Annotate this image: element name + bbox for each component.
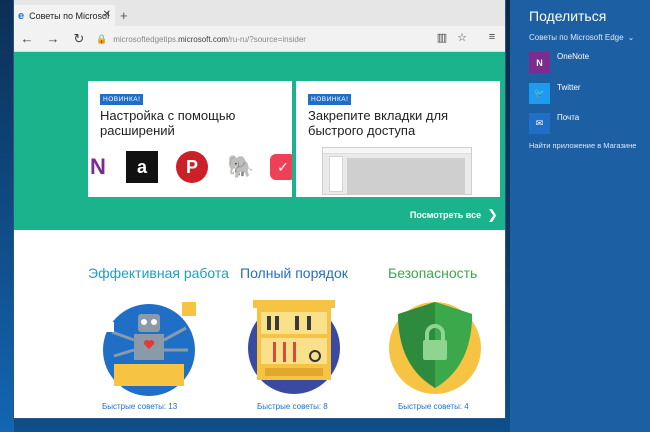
url-host: microsoft.com: [178, 35, 228, 44]
card-pin-tabs[interactable]: НОВИНКА! Закрепите вкладки для быстрого …: [296, 81, 500, 197]
see-all-label: Посмотреть все: [409, 210, 482, 220]
tab-title: Советы по Microsoft Ec: [29, 10, 110, 21]
card-title: Закрепите вкладки для быстрого доступа: [308, 108, 449, 138]
onenote-clipper-icon: N: [90, 154, 106, 179]
browser-preview-illustration: [322, 147, 472, 195]
evernote-icon: 🐘: [227, 154, 255, 179]
toolbar-right: ▥ ☆ ≡: [435, 31, 499, 44]
desktop-background: [0, 0, 14, 432]
quick-tips-count[interactable]: Быстрые советы: 13: [102, 402, 177, 411]
onenote-icon: N: [529, 52, 550, 73]
share-source-label: Советы по Microsoft Edge: [529, 33, 624, 42]
close-tab-icon[interactable]: ✕: [103, 9, 111, 20]
section-title-security[interactable]: Безопасность: [388, 265, 477, 281]
extension-icons: N a P 🐘 ✓: [88, 151, 292, 191]
share-app-onenote[interactable]: N OneNote: [529, 52, 589, 73]
section-title-organization[interactable]: Полный порядок: [240, 265, 348, 281]
hub-menu-icon[interactable]: ≡: [485, 31, 499, 44]
edge-browser-window: e Советы по Microsoft Ec ✕ + ← → ↻ 🔒 mic…: [14, 0, 505, 418]
refresh-icon[interactable]: ↻: [66, 31, 92, 47]
url-prefix: microsoftedgetips.: [113, 35, 179, 44]
robot-illustration[interactable]: [94, 292, 204, 396]
forward-arrow-icon[interactable]: →: [40, 31, 66, 46]
lock-icon: 🔒: [96, 34, 108, 44]
url-suffix: /ru-ru/?source=insider: [227, 35, 306, 44]
pinterest-icon: P: [176, 151, 208, 183]
chevron-down-icon: ⌄: [627, 33, 635, 42]
favorite-star-icon[interactable]: ☆: [455, 31, 469, 44]
share-app-label: Почта: [557, 113, 580, 122]
address-bar[interactable]: 🔒 microsoftedgetips. microsoft.com/ru-ru/…: [96, 31, 436, 48]
tab-bar: e Советы по Microsoft Ec ✕ +: [14, 0, 505, 26]
see-all-link[interactable]: Посмотреть все ❯: [410, 207, 498, 223]
organized-shelves-illustration[interactable]: [239, 292, 349, 396]
section-title-productivity[interactable]: Эффективная работа: [88, 265, 229, 281]
share-app-label: Twitter: [557, 83, 581, 92]
share-app-label: OneNote: [557, 52, 590, 61]
share-app-twitter[interactable]: 🐦 Twitter: [529, 83, 581, 104]
chevron-right-icon: ❯: [487, 207, 498, 222]
share-pane: Поделиться Советы по Microsoft Edge ⌄ N …: [510, 0, 650, 432]
quick-tips-count[interactable]: Быстрые советы: 4: [398, 402, 469, 411]
tab-edge-tips[interactable]: e Советы по Microsoft Ec ✕: [14, 5, 115, 26]
share-source-dropdown[interactable]: Советы по Microsoft Edge ⌄: [529, 33, 634, 42]
card-title: Настройка с помощью расширений: [100, 108, 236, 138]
navigation-bar: ← → ↻ 🔒 microsoftedgetips. microsoft.com /…: [14, 26, 505, 52]
back-arrow-icon[interactable]: ←: [14, 31, 40, 46]
hero-banner: НОВИНКА! Настройка с помощью расширений …: [14, 52, 505, 230]
twitter-bird-icon: 🐦: [529, 83, 550, 104]
amazon-icon: a: [126, 151, 158, 183]
reading-view-icon[interactable]: ▥: [435, 31, 449, 44]
mail-icon: ✉: [529, 113, 550, 134]
card-extensions[interactable]: НОВИНКА! Настройка с помощью расширений …: [88, 81, 292, 197]
find-app-in-store-link[interactable]: Найти приложение в Магазине: [529, 141, 636, 150]
pocket-icon: ✓: [270, 154, 292, 180]
security-shield-illustration[interactable]: [380, 292, 490, 396]
quick-tips-count[interactable]: Быстрые советы: 8: [257, 402, 328, 411]
new-badge: НОВИНКА!: [100, 94, 144, 105]
new-tab-button[interactable]: +: [120, 8, 128, 23]
new-badge: НОВИНКА!: [308, 94, 352, 105]
edge-logo-icon: e: [18, 9, 25, 22]
share-app-mail[interactable]: ✉ Почта: [529, 113, 579, 134]
share-pane-title: Поделиться: [529, 8, 607, 24]
